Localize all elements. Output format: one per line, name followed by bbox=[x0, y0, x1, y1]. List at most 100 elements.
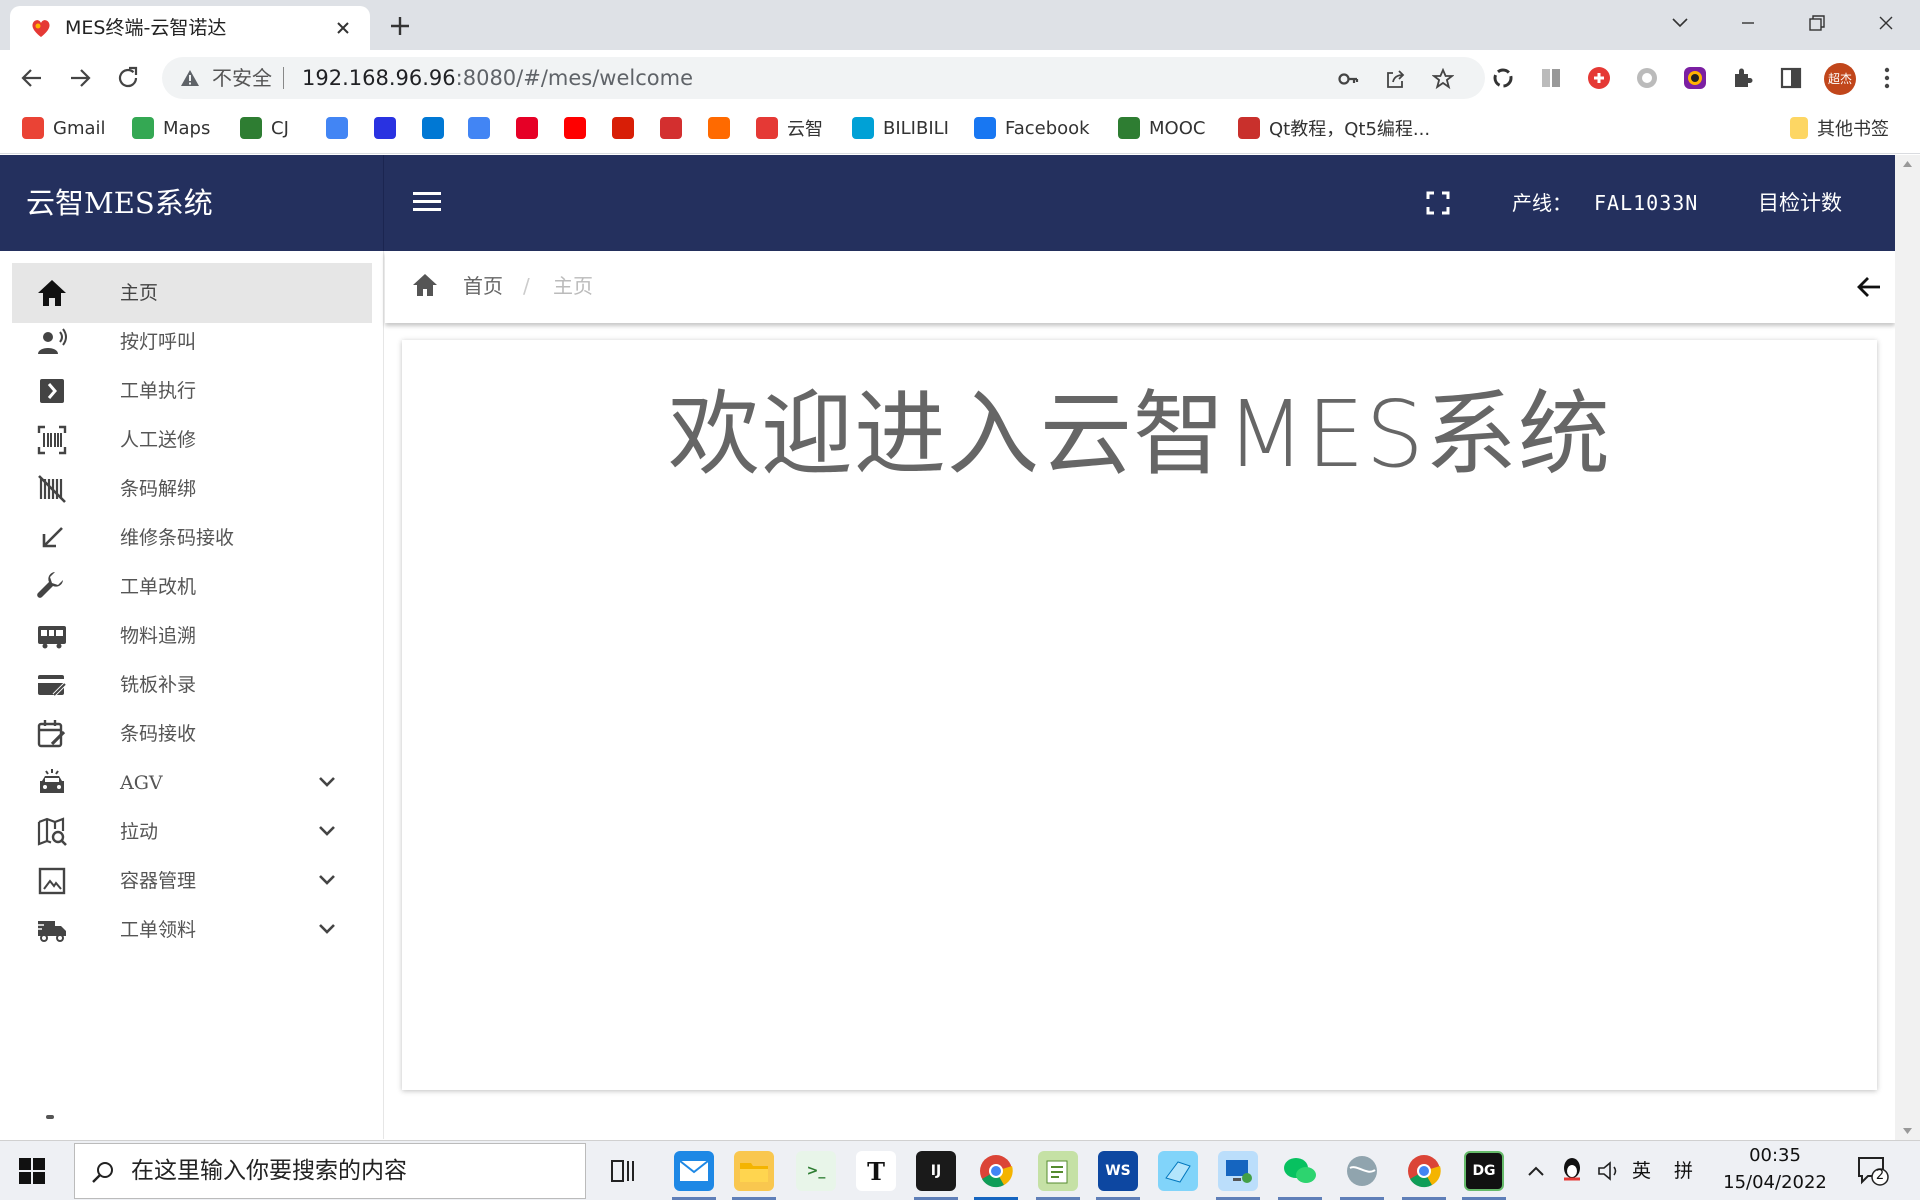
bookmark-item[interactable]: 云智 bbox=[756, 106, 823, 150]
extensions-puzzle-icon[interactable] bbox=[1730, 65, 1756, 91]
netease-icon bbox=[612, 117, 634, 139]
browser-tab-bar: MES终端-云智诺达 bbox=[0, 0, 1920, 50]
home-icon bbox=[36, 277, 68, 309]
reload-icon[interactable] bbox=[114, 64, 142, 92]
webstorm-app-icon[interactable]: WS bbox=[1098, 1151, 1138, 1191]
file-explorer-icon[interactable] bbox=[734, 1151, 774, 1191]
datagrip-app-icon[interactable]: DG bbox=[1464, 1151, 1504, 1191]
browser-menu-icon[interactable] bbox=[1874, 65, 1900, 91]
hamburger-menu-icon[interactable] bbox=[412, 189, 442, 215]
bookmark-item[interactable] bbox=[422, 106, 444, 150]
wechat-app-icon[interactable] bbox=[1280, 1151, 1320, 1191]
bookmark-item[interactable] bbox=[612, 106, 634, 150]
network-globe-icon[interactable] bbox=[1342, 1151, 1382, 1191]
terminal-app-icon[interactable]: >_ bbox=[796, 1151, 836, 1191]
tab-close-icon[interactable] bbox=[332, 17, 354, 39]
breadcrumb-home-icon[interactable] bbox=[411, 271, 439, 299]
chrome-second-app-icon[interactable] bbox=[1404, 1151, 1444, 1191]
task-view-icon[interactable] bbox=[604, 1151, 644, 1191]
other-bookmarks-label: 其他书签 bbox=[1817, 119, 1889, 140]
card-edit-icon bbox=[36, 669, 68, 701]
welcome-heading: 欢迎进入云智MES系统 bbox=[668, 381, 1611, 488]
qq-tray-icon[interactable] bbox=[1560, 1157, 1584, 1185]
ime-language-indicator[interactable]: 英 bbox=[1632, 1156, 1651, 1183]
new-tab-plus-icon[interactable] bbox=[386, 12, 414, 40]
production-line-label: 产线： bbox=[1512, 191, 1572, 215]
bookmark-star-icon[interactable] bbox=[1432, 68, 1454, 90]
bookmark-item[interactable] bbox=[708, 106, 730, 150]
other-bookmarks[interactable]: 其他书签 bbox=[1790, 106, 1889, 150]
bookmark-item[interactable] bbox=[374, 106, 396, 150]
profile-avatar[interactable]: 超杰 bbox=[1824, 63, 1856, 95]
chevron-down-icon[interactable] bbox=[318, 824, 336, 838]
yunzhi-icon bbox=[756, 117, 778, 139]
bookmark-item[interactable] bbox=[326, 106, 348, 150]
extension-red-icon[interactable] bbox=[1586, 65, 1612, 91]
extension-grey-circle-icon[interactable] bbox=[1634, 65, 1660, 91]
yunzhi-favicon-icon bbox=[30, 18, 52, 38]
extension-reader-icon[interactable] bbox=[1538, 65, 1564, 91]
bookmark-item[interactable]: Maps bbox=[132, 106, 210, 150]
taskbar-search-box[interactable]: 在这里输入你要搜索的内容 bbox=[74, 1143, 586, 1199]
back-nav-icon[interactable] bbox=[18, 64, 46, 92]
bus-icon bbox=[36, 620, 68, 652]
breadcrumb-separator: / bbox=[523, 274, 530, 298]
bookmark-label: CJ bbox=[271, 117, 289, 139]
url-text[interactable]: 192.168.96.96:8080/#/mes/welcome bbox=[302, 57, 693, 99]
notification-center-icon[interactable]: 2 bbox=[1856, 1155, 1890, 1187]
notepad-app-icon[interactable] bbox=[1038, 1151, 1078, 1191]
bing-icon bbox=[422, 117, 444, 139]
ime-mode-indicator[interactable]: 拼 bbox=[1674, 1156, 1693, 1183]
tab-search-chevron-icon[interactable] bbox=[1660, 8, 1700, 38]
bookmark-item[interactable]: Facebook bbox=[974, 106, 1090, 150]
bookmark-item[interactable]: MOOC bbox=[1118, 106, 1205, 150]
vertical-scrollbar[interactable] bbox=[1895, 155, 1920, 1140]
remote-desktop-icon[interactable] bbox=[1218, 1151, 1258, 1191]
extension-cycle-icon[interactable] bbox=[1490, 65, 1516, 91]
chrome-app-icon[interactable] bbox=[976, 1151, 1016, 1191]
call-speaker-icon bbox=[36, 326, 68, 358]
forward-nav-icon[interactable] bbox=[66, 64, 94, 92]
bookmark-label: BILIBILI bbox=[883, 117, 949, 139]
windows-start-icon[interactable] bbox=[18, 1157, 46, 1185]
warning-triangle-icon[interactable] bbox=[180, 68, 200, 88]
chevron-down-icon[interactable] bbox=[318, 873, 336, 887]
back-arrow-icon[interactable] bbox=[1855, 273, 1883, 301]
chevron-down-icon[interactable] bbox=[318, 775, 336, 789]
bookmark-item[interactable] bbox=[564, 106, 586, 150]
brand-area: 云智MES系统 bbox=[0, 155, 384, 251]
sidebar-item-label: 工单领料 bbox=[120, 919, 197, 941]
tray-expand-chevron-icon[interactable] bbox=[1524, 1159, 1548, 1183]
youtube-icon bbox=[564, 117, 586, 139]
address-bar[interactable]: 不安全 192.168.96.96:8080/#/mes/welcome bbox=[162, 57, 1485, 99]
mail-app-icon[interactable] bbox=[674, 1151, 714, 1191]
clock-time[interactable]: 00:35 bbox=[1725, 1145, 1825, 1166]
minimize-icon[interactable] bbox=[1728, 8, 1768, 38]
bookmark-item[interactable] bbox=[516, 106, 538, 150]
bookmark-item[interactable]: BILIBILI bbox=[852, 106, 949, 150]
restore-window-icon[interactable] bbox=[1796, 8, 1836, 38]
chevron-down-icon[interactable] bbox=[318, 922, 336, 936]
bookmark-item[interactable]: CJ bbox=[240, 106, 289, 150]
share-icon[interactable] bbox=[1384, 68, 1406, 90]
sidebar-item[interactable]: 工单领料 bbox=[12, 900, 372, 960]
bookmark-item[interactable] bbox=[660, 106, 682, 150]
self-check-count-button[interactable]: 目检计数 bbox=[1758, 155, 1842, 251]
bookmark-item[interactable]: Qt教程，Qt5编程... bbox=[1238, 106, 1430, 150]
breadcrumb-home-link[interactable]: 首页 bbox=[463, 251, 503, 321]
side-panel-icon[interactable] bbox=[1778, 65, 1804, 91]
key-icon[interactable] bbox=[1337, 68, 1359, 90]
bookmark-item[interactable]: Gmail bbox=[22, 106, 106, 150]
intellij-app-icon[interactable]: IJ bbox=[916, 1151, 956, 1191]
not-secure-label[interactable]: 不安全 bbox=[212, 57, 272, 99]
google-icon bbox=[326, 117, 348, 139]
close-window-icon[interactable] bbox=[1866, 8, 1906, 38]
clock-date[interactable]: 15/04/2022 bbox=[1718, 1172, 1832, 1193]
typora-app-icon[interactable]: T bbox=[856, 1151, 896, 1191]
bookmark-item[interactable] bbox=[468, 106, 490, 150]
extension-color-icon[interactable] bbox=[1682, 65, 1708, 91]
fullscreen-icon[interactable] bbox=[1426, 191, 1450, 215]
browser-tab[interactable]: MES终端-云智诺达 bbox=[10, 6, 370, 50]
volume-icon[interactable] bbox=[1596, 1159, 1622, 1183]
eraser-app-icon[interactable] bbox=[1158, 1151, 1198, 1191]
